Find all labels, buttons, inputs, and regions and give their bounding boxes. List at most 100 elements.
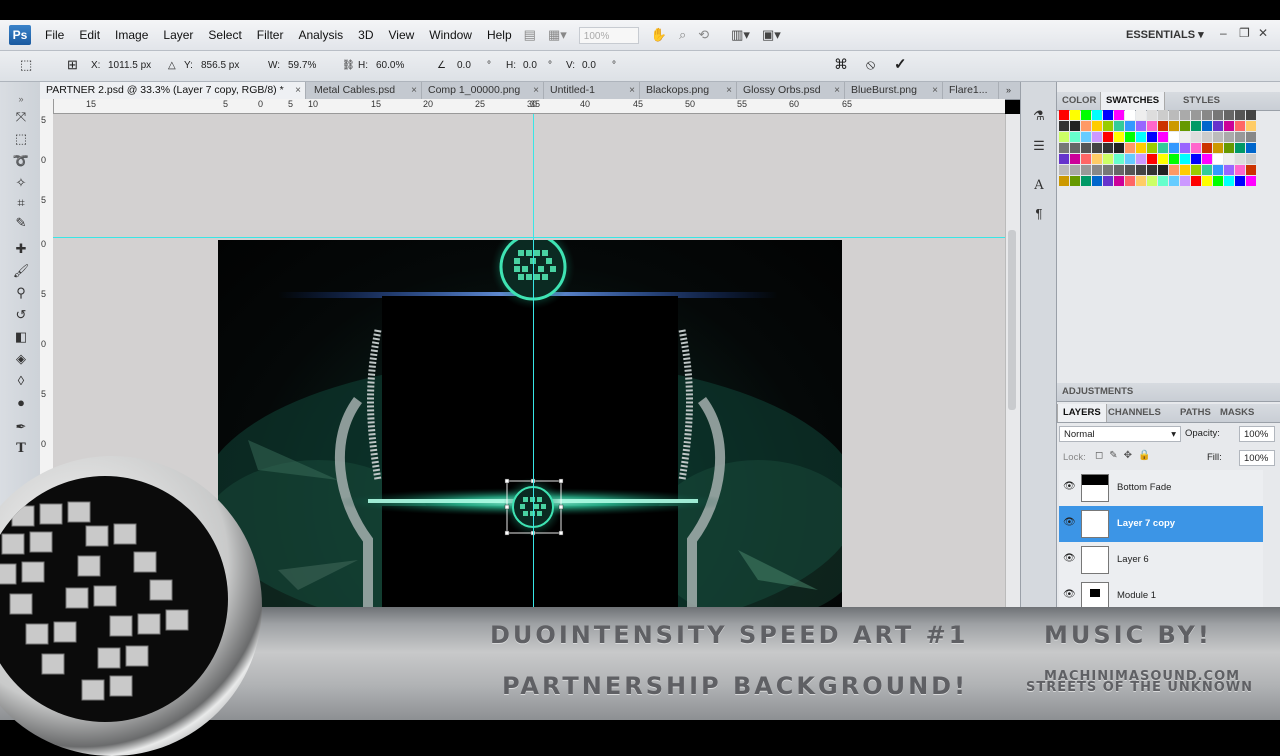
- swatch[interactable]: [1158, 110, 1168, 120]
- minimize-icon[interactable]: –: [1220, 26, 1227, 40]
- lasso-tool-icon[interactable]: ➰: [11, 152, 31, 170]
- swatch[interactable]: [1213, 110, 1223, 120]
- layer-row-layer-6[interactable]: 👁 Layer 6: [1059, 542, 1263, 579]
- swatch[interactable]: [1092, 121, 1102, 131]
- toolbox-collapse-icon[interactable]: »: [11, 90, 31, 108]
- swatch[interactable]: [1169, 121, 1179, 131]
- swatch[interactable]: [1103, 132, 1113, 142]
- swatch[interactable]: [1081, 165, 1091, 175]
- swatch[interactable]: [1169, 176, 1179, 186]
- opacity-field[interactable]: 100%: [1239, 426, 1275, 442]
- swatch[interactable]: [1180, 110, 1190, 120]
- layer-row-layer-7-copy[interactable]: 👁 Layer 7 copy: [1059, 506, 1263, 543]
- layer-row-bottom-fade[interactable]: 👁 Bottom Fade: [1059, 470, 1263, 507]
- swatch[interactable]: [1136, 110, 1146, 120]
- swatch[interactable]: [1114, 110, 1124, 120]
- tab-comp[interactable]: Comp 1_00000.png ×: [422, 82, 544, 99]
- swatch[interactable]: [1235, 165, 1245, 175]
- visibility-eye-icon[interactable]: 👁: [1063, 517, 1076, 528]
- swatch[interactable]: [1158, 176, 1168, 186]
- swatch[interactable]: [1059, 176, 1069, 186]
- swatch[interactable]: [1147, 110, 1157, 120]
- tab-glossy-orbs[interactable]: Glossy Orbs.psd ×: [737, 82, 845, 99]
- tab-untitled[interactable]: Untitled-1 ×: [544, 82, 640, 99]
- swatch[interactable]: [1103, 143, 1113, 153]
- zoom-level[interactable]: 100%: [578, 26, 639, 44]
- x-field[interactable]: 1011.5 px: [108, 58, 151, 73]
- crop-tool-icon[interactable]: ⌗: [11, 194, 31, 212]
- swatch[interactable]: [1059, 165, 1069, 175]
- character-panel-icon[interactable]: A: [1030, 178, 1048, 196]
- swatch[interactable]: [1059, 110, 1069, 120]
- swatch[interactable]: [1224, 132, 1234, 142]
- swatch[interactable]: [1191, 110, 1201, 120]
- menu-help[interactable]: Help: [487, 28, 512, 42]
- swatch[interactable]: [1136, 143, 1146, 153]
- history-panel-icon[interactable]: ⚗: [1030, 108, 1048, 126]
- hand-tool-icon[interactable]: ✋: [651, 27, 667, 43]
- swatch[interactable]: [1202, 132, 1212, 142]
- swatch[interactable]: [1235, 132, 1245, 142]
- v-skew-field[interactable]: 0.0: [582, 58, 596, 73]
- actions-panel-icon[interactable]: ☰: [1030, 138, 1048, 156]
- swatch[interactable]: [1224, 154, 1234, 164]
- swatch[interactable]: [1059, 143, 1069, 153]
- swatch[interactable]: [1092, 154, 1102, 164]
- close-tab-icon[interactable]: ×: [295, 82, 301, 99]
- menu-edit[interactable]: Edit: [79, 28, 100, 42]
- swatch[interactable]: [1224, 165, 1234, 175]
- dodge-tool-icon[interactable]: ●: [11, 394, 31, 412]
- swatch[interactable]: [1246, 132, 1256, 142]
- menu-3d[interactable]: 3D: [358, 28, 373, 42]
- workspace-switcher[interactable]: ESSENTIALS ▾: [1126, 28, 1204, 41]
- swatch[interactable]: [1103, 165, 1113, 175]
- tab-paths[interactable]: PATHS: [1175, 404, 1216, 422]
- visibility-eye-icon[interactable]: 👁: [1063, 589, 1076, 600]
- swatch[interactable]: [1125, 165, 1135, 175]
- swatch[interactable]: [1169, 154, 1179, 164]
- swatch[interactable]: [1092, 143, 1102, 153]
- swatch[interactable]: [1092, 132, 1102, 142]
- swatch[interactable]: [1081, 121, 1091, 131]
- tab-blueburst[interactable]: BlueBurst.png ×: [845, 82, 943, 99]
- type-tool-icon[interactable]: T: [11, 440, 31, 458]
- swatch[interactable]: [1224, 176, 1234, 186]
- close-tab-icon[interactable]: ×: [533, 82, 539, 99]
- photoshop-logo[interactable]: Ps: [9, 25, 31, 45]
- swatch[interactable]: [1213, 165, 1223, 175]
- menu-layer[interactable]: Layer: [163, 28, 193, 42]
- tab-metal-cables[interactable]: Metal Cables.psd ×: [308, 82, 422, 99]
- swatch[interactable]: [1059, 132, 1069, 142]
- swatch[interactable]: [1136, 176, 1146, 186]
- swatch[interactable]: [1103, 121, 1113, 131]
- tab-adjustments[interactable]: ADJUSTMENTS: [1057, 383, 1138, 401]
- clone-stamp-icon[interactable]: ⚲: [11, 284, 31, 302]
- width-field[interactable]: 59.7%: [288, 58, 316, 73]
- swatch[interactable]: [1224, 121, 1234, 131]
- swatch[interactable]: [1191, 165, 1201, 175]
- swatch[interactable]: [1235, 110, 1245, 120]
- menu-filter[interactable]: Filter: [257, 28, 284, 42]
- paragraph-panel-icon[interactable]: ¶: [1030, 206, 1048, 224]
- transform-tool-icon[interactable]: ⬚: [20, 57, 32, 73]
- swatch[interactable]: [1246, 121, 1256, 131]
- swatch[interactable]: [1070, 165, 1080, 175]
- swatch[interactable]: [1180, 143, 1190, 153]
- rotate-view-icon[interactable]: ⟲: [698, 27, 709, 43]
- swatch[interactable]: [1147, 121, 1157, 131]
- swatch[interactable]: [1081, 132, 1091, 142]
- menu-analysis[interactable]: Analysis: [298, 28, 343, 42]
- tab-flare[interactable]: Flare1...: [943, 82, 999, 99]
- relative-position-icon[interactable]: △: [168, 60, 176, 71]
- swatch[interactable]: [1081, 143, 1091, 153]
- swatch[interactable]: [1125, 143, 1135, 153]
- swatch[interactable]: [1092, 165, 1102, 175]
- menu-select[interactable]: Select: [208, 28, 241, 42]
- swatch[interactable]: [1103, 154, 1113, 164]
- fill-field[interactable]: 100%: [1239, 450, 1275, 466]
- menu-file[interactable]: File: [45, 28, 64, 42]
- move-tool-icon[interactable]: ⤧: [11, 108, 31, 126]
- link-icon[interactable]: ⛓: [342, 60, 355, 71]
- paint-bucket-icon[interactable]: ◈: [11, 350, 31, 368]
- vertical-guide[interactable]: [533, 114, 534, 610]
